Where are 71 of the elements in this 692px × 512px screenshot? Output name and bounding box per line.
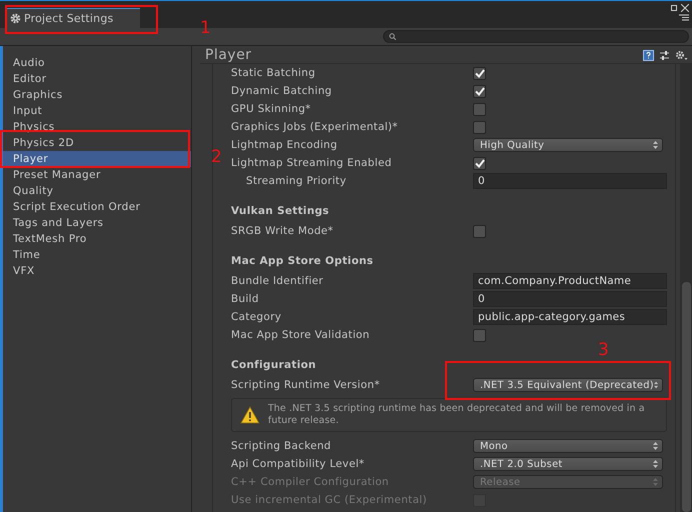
sidebar-item[interactable]: Quality	[3, 183, 191, 199]
setting-label: Lightmap Encoding	[231, 139, 338, 151]
warning-icon	[240, 406, 260, 424]
setting-label: Build	[231, 293, 260, 305]
window-tab[interactable]: Project Settings	[6, 8, 140, 28]
section-header: Vulkan Settings	[231, 204, 330, 219]
setting-label: Mac App Store Validation	[231, 329, 371, 341]
checkbox[interactable]	[473, 84, 486, 98]
sidebar-item[interactable]: Tags and Layers	[3, 215, 191, 231]
stepper-arrows-icon	[653, 460, 658, 468]
setting-label: Dynamic Batching	[231, 85, 333, 97]
setting-label: Graphics Jobs (Experimental)*	[231, 121, 399, 133]
checkbox[interactable]	[473, 224, 486, 238]
input-field[interactable]: 0	[473, 291, 667, 307]
sidebar-item[interactable]: Input	[3, 103, 191, 119]
setting-label: Scripting Backend	[231, 440, 332, 452]
dropdown[interactable]: Mono	[473, 439, 663, 453]
checkbox[interactable]	[473, 66, 486, 80]
scrollbar[interactable]	[680, 64, 692, 512]
stepper-arrows-icon	[653, 141, 658, 149]
section-header: Configuration	[231, 358, 318, 373]
checkbox[interactable]	[473, 120, 486, 134]
annotation-number: 3	[598, 342, 609, 359]
sidebar-item[interactable]: TextMesh Pro	[3, 231, 191, 247]
maximize-icon[interactable]	[671, 5, 677, 11]
gear-icon	[10, 13, 21, 24]
checkbox[interactable]	[473, 328, 486, 342]
setting-label: C++ Compiler Configuration	[231, 476, 390, 488]
search-icon	[389, 33, 396, 40]
sidebar-item[interactable]: Player	[3, 151, 191, 167]
panel-title: Player	[205, 46, 253, 64]
warning-text: The .NET 3.5 scripting runtime has been deprecated and will be removed in a future release.	[268, 403, 646, 427]
setting-label: SRGB Write Mode*	[231, 225, 334, 237]
input-field[interactable]: 0	[473, 173, 667, 189]
close-icon[interactable]	[681, 4, 689, 12]
input-field[interactable]: public.app-category.games	[473, 309, 667, 325]
menu-icon[interactable]	[679, 14, 689, 21]
setting-label: Scripting Runtime Version*	[231, 379, 381, 391]
annotation-number: 1	[200, 20, 211, 37]
sidebar-item[interactable]: Editor	[3, 71, 191, 87]
sidebar-item[interactable]: Physics 2D	[3, 135, 191, 151]
input-field[interactable]: com.Company.ProductName	[473, 273, 667, 289]
setting-label: Static Batching	[231, 67, 316, 79]
annotation-number: 2	[211, 149, 222, 166]
checkbox[interactable]	[473, 156, 486, 170]
setting-label: Category	[231, 311, 282, 323]
dropdown[interactable]: High Quality	[473, 138, 663, 152]
sidebar-item[interactable]: Preset Manager	[3, 167, 191, 183]
stepper-arrows-icon	[653, 442, 658, 450]
section-header: Mac App Store Options	[231, 254, 374, 269]
sidebar-item[interactable]: Audio	[3, 55, 191, 71]
sidebar-item[interactable]: Physics	[3, 119, 191, 135]
sliders-icon[interactable]	[659, 50, 670, 60]
help-icon[interactable]	[643, 50, 654, 60]
stepper-arrows-icon	[653, 478, 658, 486]
sidebar-item[interactable]: Graphics	[3, 87, 191, 103]
sidebar-item[interactable]: Time	[3, 247, 191, 263]
sidebar-item[interactable]: VFX	[3, 263, 191, 279]
dropdown[interactable]: .NET 3.5 Equivalent (Deprecated)	[473, 378, 663, 392]
settings-icon[interactable]	[675, 50, 688, 60]
setting-label: GPU Skinning*	[231, 103, 312, 115]
setting-label: Use incremental GC (Experimental)	[231, 494, 428, 506]
setting-label: Api Compatibility Level*	[231, 458, 366, 470]
checkbox[interactable]	[473, 102, 486, 116]
setting-label: Streaming Priority	[245, 175, 348, 187]
stepper-arrows-icon	[654, 381, 658, 389]
search-field[interactable]	[383, 30, 689, 43]
setting-label: Lightmap Streaming Enabled	[231, 157, 393, 169]
setting-label: Bundle Identifier	[231, 275, 324, 287]
dropdown[interactable]: .NET 2.0 Subset	[473, 457, 663, 471]
sidebar-item[interactable]: Script Execution Order	[3, 199, 191, 215]
